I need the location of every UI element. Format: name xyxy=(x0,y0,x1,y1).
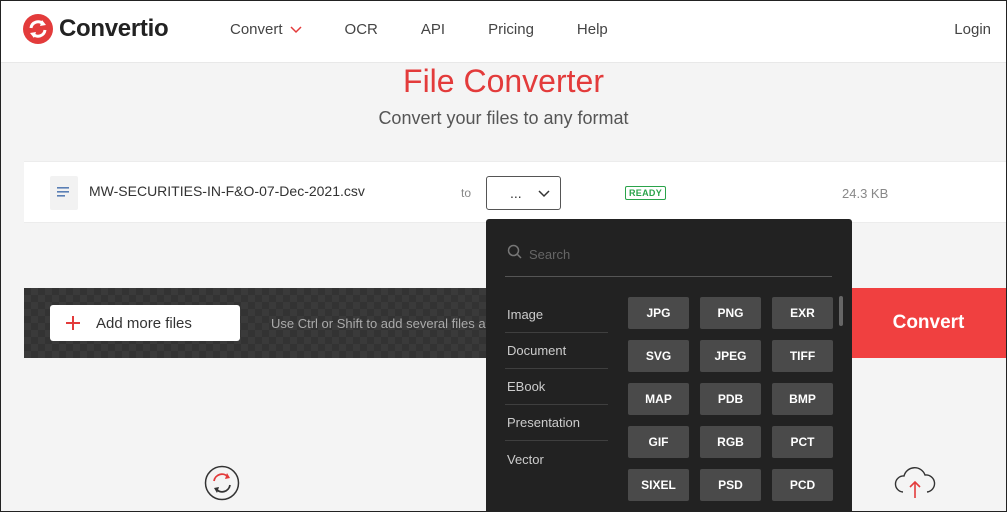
nav-convert[interactable]: Convert xyxy=(230,21,302,38)
format-gif[interactable]: GIF xyxy=(628,426,689,458)
chevron-down-icon xyxy=(290,25,302,33)
nav-ocr-label: OCR xyxy=(344,21,378,38)
category-document[interactable]: Document xyxy=(505,333,608,369)
format-jpg[interactable]: JPG xyxy=(628,297,689,329)
to-label: to xyxy=(461,186,472,200)
document-lines-icon xyxy=(57,187,69,197)
category-vector[interactable]: Vector xyxy=(505,441,608,477)
cloud-upload-icon[interactable] xyxy=(893,464,937,500)
page-title: File Converter xyxy=(403,63,604,99)
nav-help-label: Help xyxy=(576,21,608,38)
category-image[interactable]: Image xyxy=(505,297,608,333)
file-icon-box xyxy=(50,176,78,210)
nav-api-label: API xyxy=(420,21,446,38)
format-exr[interactable]: EXR xyxy=(772,297,833,329)
file-name: MW-SECURITIES-IN-F&O-07-Dec-2021.csv xyxy=(89,183,365,199)
add-files-label: Add more files xyxy=(96,315,192,332)
nav-ocr[interactable]: OCR xyxy=(345,21,378,38)
format-pct[interactable]: PCT xyxy=(772,426,833,458)
format-svg[interactable]: SVG xyxy=(628,340,689,372)
nav-api[interactable]: API xyxy=(421,21,445,38)
nav-convert-label: Convert xyxy=(230,21,283,38)
logo-text: Convertio xyxy=(59,15,169,42)
logo[interactable]: Convertio xyxy=(23,13,169,45)
convert-button[interactable]: Convert xyxy=(851,288,1006,358)
format-bmp[interactable]: BMP xyxy=(772,383,833,415)
category-ebook[interactable]: EBook xyxy=(505,369,608,405)
format-rgb[interactable]: RGB xyxy=(700,426,761,458)
format-psd[interactable]: PSD xyxy=(700,469,761,501)
nav-pricing-label: Pricing xyxy=(488,21,534,38)
format-map[interactable]: MAP xyxy=(628,383,689,415)
search-icon xyxy=(507,244,522,259)
plus-icon xyxy=(66,316,80,330)
nav-pricing[interactable]: Pricing xyxy=(488,21,534,38)
main-nav: Convert OCR API Pricing Help xyxy=(230,21,651,38)
format-select-value: ... xyxy=(510,185,522,201)
format-categories: Image Document EBook Presentation Vector xyxy=(505,297,608,477)
file-size: 24.3 KB xyxy=(842,186,889,201)
format-tiff[interactable]: TIFF xyxy=(772,340,833,372)
multi-select-hint: Use Ctrl or Shift to add several files a xyxy=(271,316,486,331)
site-header: Convertio Convert OCR API Pricing Help L… xyxy=(1,1,1006,63)
file-row: MW-SECURITIES-IN-F&O-07-Dec-2021.csv to … xyxy=(24,161,1006,223)
page-subtitle: Convert your files to any format xyxy=(378,108,629,128)
format-pcd[interactable]: PCD xyxy=(772,469,833,501)
chevron-down-icon xyxy=(538,190,550,198)
format-pdb[interactable]: PDB xyxy=(700,383,761,415)
format-dropdown: Image Document EBook Presentation Vector… xyxy=(486,219,852,512)
dropdown-scrollbar[interactable] xyxy=(839,296,843,326)
status-badge: READY xyxy=(625,186,667,200)
format-search xyxy=(505,241,832,277)
add-files-button[interactable]: Add more files xyxy=(50,305,240,341)
nav-help[interactable]: Help xyxy=(577,21,608,38)
format-search-input[interactable] xyxy=(529,243,819,265)
format-select[interactable]: ... xyxy=(486,176,561,210)
login-link[interactable]: Login xyxy=(954,21,991,38)
format-sixel[interactable]: SIXEL xyxy=(628,469,689,501)
format-jpeg[interactable]: JPEG xyxy=(700,340,761,372)
format-png[interactable]: PNG xyxy=(700,297,761,329)
convertio-logo-icon xyxy=(23,14,53,44)
refresh-circle-icon[interactable] xyxy=(204,465,240,501)
format-grid: JPG PNG EXR SVG JPEG TIFF MAP PDB BMP GI… xyxy=(628,297,833,501)
category-presentation[interactable]: Presentation xyxy=(505,405,608,441)
